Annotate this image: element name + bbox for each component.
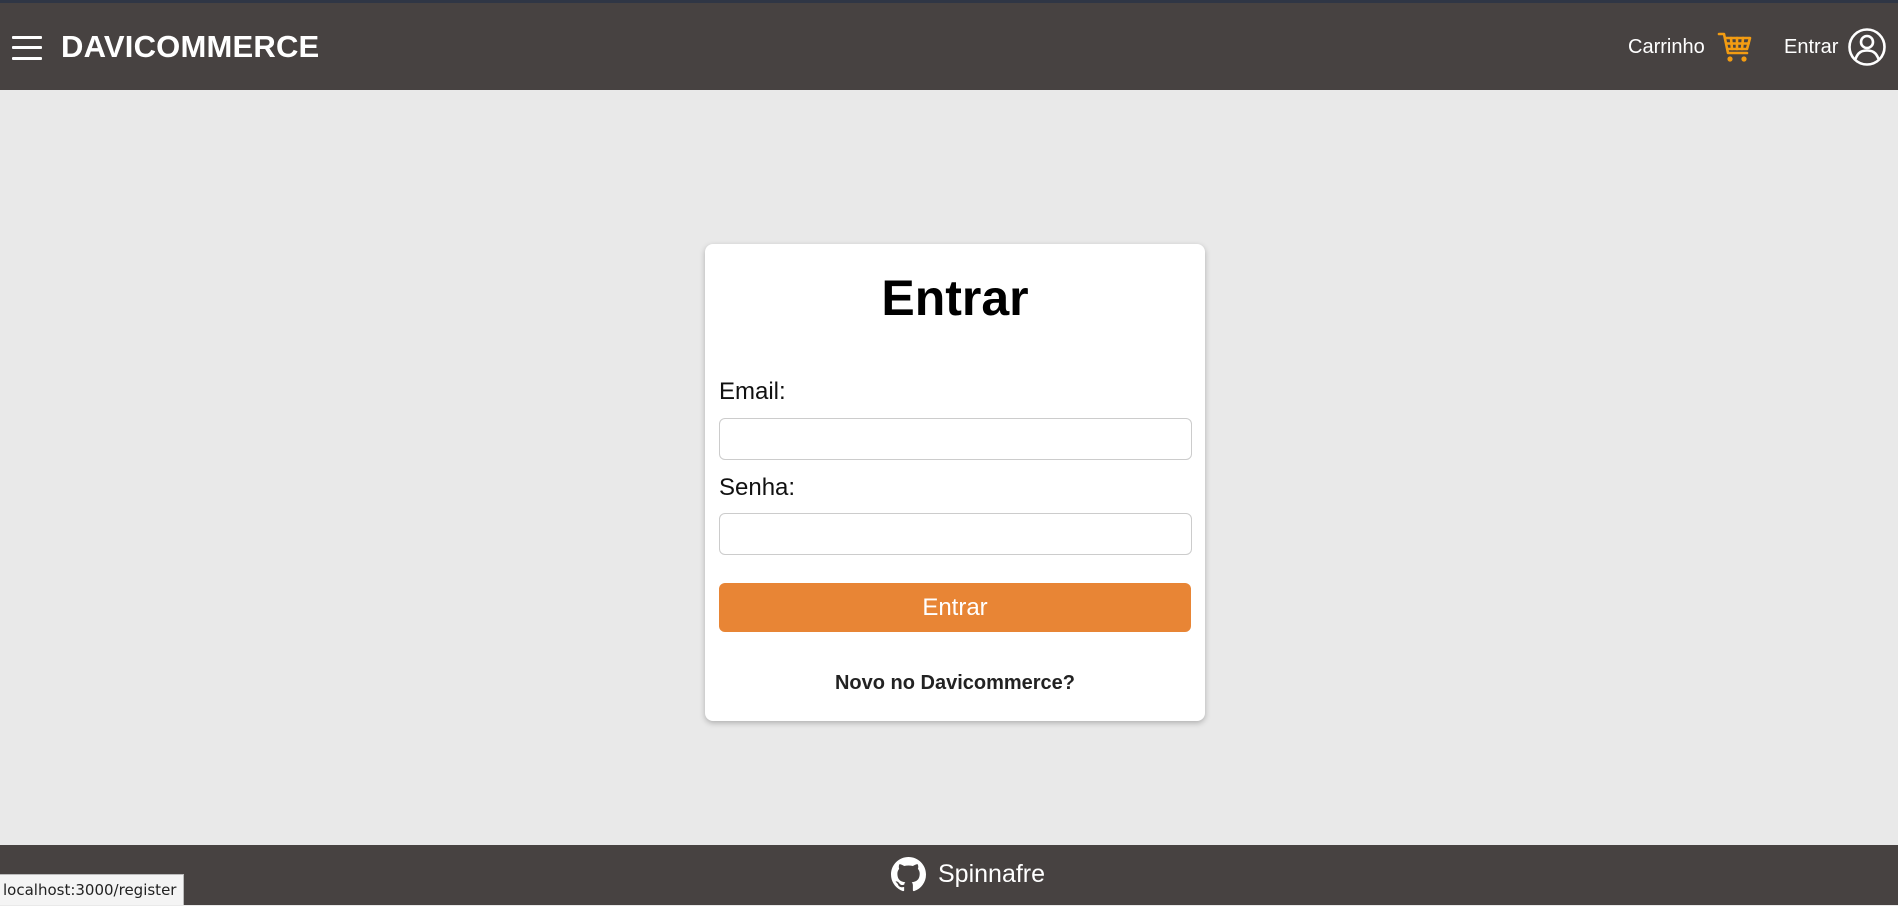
password-field[interactable] bbox=[719, 513, 1192, 555]
top-navbar: DAVICOMMERCE Carrinho Entrar bbox=[0, 3, 1898, 90]
register-link[interactable]: Novo no Davicommerce? bbox=[705, 672, 1205, 695]
login-label: Entrar bbox=[1784, 35, 1839, 58]
github-username: Spinnafre bbox=[938, 860, 1046, 888]
email-field[interactable] bbox=[719, 418, 1192, 460]
hamburger-menu-icon[interactable] bbox=[12, 34, 42, 62]
shopping-cart-icon bbox=[1717, 29, 1753, 65]
cart-label: Carrinho bbox=[1628, 35, 1705, 58]
browser-status-url: localhost:3000/register bbox=[0, 874, 185, 905]
github-link[interactable]: Spinnafre bbox=[891, 857, 1045, 892]
email-label: Email: bbox=[719, 378, 786, 405]
footer: Spinnafre bbox=[0, 845, 1898, 905]
user-circle-icon bbox=[1847, 27, 1887, 67]
login-submit-button[interactable]: Entrar bbox=[719, 583, 1191, 632]
login-card: Entrar Email: Senha: Entrar Novo no Davi… bbox=[705, 244, 1205, 721]
login-link[interactable]: Entrar bbox=[1784, 27, 1887, 67]
brand-logo-text[interactable]: DAVICOMMERCE bbox=[61, 29, 319, 65]
login-title: Entrar bbox=[881, 270, 1029, 326]
password-label: Senha: bbox=[719, 474, 796, 501]
github-icon bbox=[891, 857, 926, 892]
cart-link[interactable]: Carrinho bbox=[1628, 29, 1753, 65]
